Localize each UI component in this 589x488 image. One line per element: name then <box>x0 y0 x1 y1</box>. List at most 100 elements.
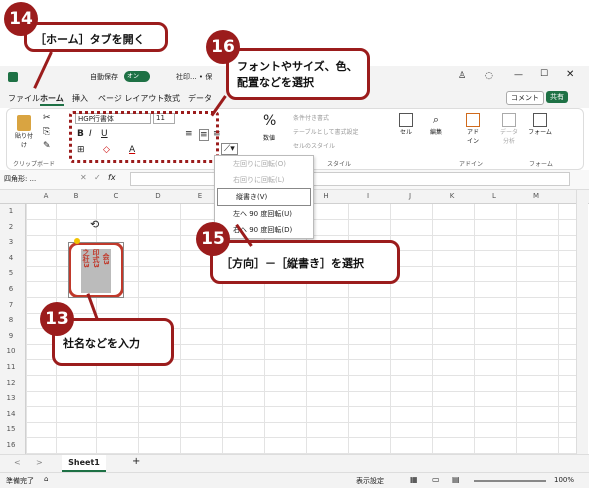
clipboard-icon <box>17 115 31 131</box>
row-header-12[interactable]: 12 <box>0 379 22 387</box>
tab-insert[interactable]: 挿入 <box>72 93 88 104</box>
rotate-handle-icon[interactable]: ⟲ <box>90 218 99 231</box>
edit-button[interactable]: ⌕ 編集 <box>425 113 447 136</box>
account-icon[interactable]: ♙ <box>458 71 466 81</box>
row-header-6[interactable]: 6 <box>0 285 22 293</box>
row-header-16[interactable]: 16 <box>0 441 22 449</box>
maximize-icon[interactable]: ☐ <box>540 69 548 79</box>
addin-button[interactable]: アド イン <box>463 113 483 145</box>
cell-icon <box>399 113 413 127</box>
minimize-icon[interactable]: — <box>514 70 523 80</box>
row-header-2[interactable]: 2 <box>0 223 22 231</box>
font-alignment-highlight <box>69 111 219 163</box>
lightbulb-icon[interactable]: ◌ <box>485 71 493 81</box>
tab-data[interactable]: データ <box>188 93 212 104</box>
orientation-button[interactable]: ⟋▾ <box>221 143 238 155</box>
page-layout-icon[interactable]: ▭ <box>432 475 440 484</box>
row-header-8[interactable]: 8 <box>0 316 22 324</box>
confirm-icon[interactable]: ✓ <box>94 173 101 182</box>
callout-15-text: ［方向］－［縦書き］を選択 <box>221 257 364 270</box>
close-icon[interactable]: ✕ <box>566 69 574 80</box>
cancel-icon[interactable]: ✕ <box>80 173 87 182</box>
row-header-4[interactable]: 4 <box>0 254 22 262</box>
grid-line <box>26 406 576 408</box>
zoom-slider[interactable] <box>474 480 546 482</box>
grid-line <box>26 421 576 423</box>
cell-button[interactable]: セル <box>395 113 417 136</box>
fx-icon[interactable]: fx <box>108 173 116 182</box>
grid-line <box>26 437 576 439</box>
copy-icon[interactable]: ⎘ <box>43 127 50 137</box>
format-painter-icon[interactable]: ✎ <box>43 141 51 151</box>
column-header-D[interactable]: D <box>138 192 178 200</box>
prev-sheet-icon[interactable]: < <box>14 458 21 467</box>
vertical-scrollbar[interactable] <box>576 190 588 454</box>
form-group-label: フォーム <box>529 161 553 168</box>
accessibility-icon[interactable]: ⌂ <box>44 475 48 483</box>
menu-item-rotate-right[interactable]: 右回りに回転(L) <box>215 172 313 188</box>
display-settings[interactable]: 表示設定 <box>356 476 384 486</box>
column-header-C[interactable]: C <box>96 192 136 200</box>
search-icon: ⌕ <box>432 113 440 126</box>
row-header-14[interactable]: 14 <box>0 410 22 418</box>
form-button[interactable]: フォーム <box>527 113 553 136</box>
percent-icon[interactable]: % <box>263 113 276 129</box>
tab-formulas[interactable]: 数式 <box>164 93 180 104</box>
column-header-L[interactable]: L <box>474 192 514 200</box>
formula-input[interactable] <box>130 172 570 186</box>
sheet-tabs: < > Sheet1 + <box>0 454 589 472</box>
cond-format-button[interactable]: 条件付き書式 <box>293 113 329 122</box>
column-header-B[interactable]: B <box>56 192 96 200</box>
column-header-J[interactable]: J <box>390 192 430 200</box>
column-header-M[interactable]: M <box>516 192 556 200</box>
row-header-13[interactable]: 13 <box>0 394 22 402</box>
comment-button[interactable]: コメント <box>506 91 544 105</box>
autosave-toggle[interactable]: オン <box>124 71 150 82</box>
data-analysis-button[interactable]: データ 分析 <box>499 113 519 145</box>
zoom-level: 100% <box>554 476 575 484</box>
edit-label: 編集 <box>429 129 442 136</box>
cell-label: セル <box>399 129 412 136</box>
menu-item-vertical[interactable]: 縦書き(V) <box>217 188 311 206</box>
add-sheet-button[interactable]: + <box>132 456 140 467</box>
callout-16: フォントやサイズ、色、配置などを選択 <box>226 48 370 100</box>
addin-group-label: アドイン <box>459 161 484 168</box>
menu-item-rotate-left[interactable]: 左回りに回転(O) <box>215 156 313 172</box>
column-header-K[interactable]: K <box>432 192 472 200</box>
row-header-7[interactable]: 7 <box>0 301 22 309</box>
callout-13-badge: 13 <box>40 302 74 336</box>
selection-box <box>68 242 124 298</box>
toggle-label: オン <box>127 73 140 80</box>
row-header-5[interactable]: 5 <box>0 269 22 277</box>
paste-label: 貼り付け <box>14 133 33 149</box>
tab-home[interactable]: ホーム <box>40 93 64 106</box>
row-header-1[interactable]: 1 <box>0 207 22 215</box>
cell-style-button[interactable]: セルのスタイル <box>293 141 335 150</box>
column-header-I[interactable]: I <box>348 192 388 200</box>
status-ready: 準備完了 <box>6 477 34 485</box>
paste-button[interactable]: 貼り付け <box>13 115 35 149</box>
name-box[interactable]: 四角形: ... <box>4 174 64 184</box>
row-header-11[interactable]: 11 <box>0 363 22 371</box>
grid-line <box>26 375 576 376</box>
page-break-icon[interactable]: ▤ <box>452 475 460 484</box>
menu-item-rotate-up[interactable]: 左へ 90 度回転(U) <box>215 206 313 222</box>
table-format-button[interactable]: テーブルとして書式設定 <box>293 127 358 136</box>
normal-view-icon[interactable]: ▦ <box>410 475 418 484</box>
tab-file[interactable]: ファイル <box>8 93 40 104</box>
callout-14: ［ホーム］タブを開く <box>24 22 168 52</box>
share-button[interactable]: 共有 <box>546 91 568 103</box>
row-header-3[interactable]: 3 <box>0 238 22 246</box>
grid-line <box>26 390 576 392</box>
form-icon <box>533 113 547 127</box>
cut-icon[interactable]: ✂ <box>43 113 51 123</box>
row-header-10[interactable]: 10 <box>0 347 22 355</box>
sheet-tab-sheet1[interactable]: Sheet1 <box>62 455 106 472</box>
row-header-15[interactable]: 15 <box>0 425 22 433</box>
next-sheet-icon[interactable]: > <box>36 458 43 467</box>
excel-logo-icon <box>8 72 18 82</box>
adjust-handle[interactable] <box>74 238 80 244</box>
tab-page-layout[interactable]: ページ レイアウト <box>98 93 164 104</box>
grid-line <box>26 312 576 314</box>
row-header-9[interactable]: 9 <box>0 332 22 340</box>
